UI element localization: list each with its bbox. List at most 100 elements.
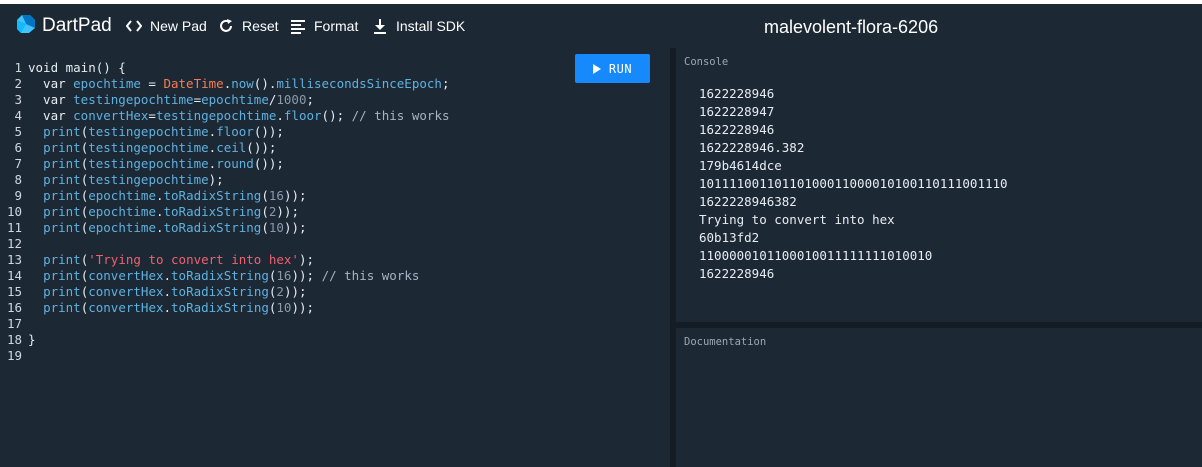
code-token: print (43, 156, 81, 171)
code-token: 16 (276, 268, 292, 283)
code-token: print (43, 124, 81, 139)
console-output-line: 60b13fd2 (699, 230, 760, 245)
code-token: print (43, 220, 81, 235)
line-number: 19 (6, 348, 22, 363)
line-number: 16 (6, 300, 22, 315)
line-number: 11 (6, 220, 22, 235)
code-token: )); (291, 268, 322, 283)
run-button[interactable]: RUN (575, 54, 650, 83)
code-token: ); (298, 252, 315, 267)
code-line[interactable]: } (28, 332, 36, 348)
code-line[interactable]: print(testingepochtime.floor()); (28, 124, 284, 140)
refresh-icon (218, 18, 234, 34)
install-sdk-button[interactable]: Install SDK (372, 16, 465, 36)
code-token: 2 (276, 284, 284, 299)
code-token: toRadixString (171, 284, 269, 299)
code-token: epochtime (73, 76, 141, 91)
code-token: epochtime (201, 92, 269, 107)
code-token: (); (321, 108, 352, 123)
code-token: var (28, 76, 74, 91)
code-token: now (231, 76, 254, 91)
code-token: )); (283, 220, 307, 235)
play-icon (592, 63, 601, 74)
code-line[interactable]: var testingepochtime=epochtime/1000; (28, 92, 314, 108)
code-line[interactable]: var convertHex=testingepochtime.floor();… (28, 108, 450, 124)
console-output-line: 1011110011011010001100001010011011100111… (699, 176, 1008, 191)
line-number: 5 (14, 124, 22, 139)
code-line[interactable]: void main() { (28, 60, 126, 76)
documentation-label: Documentation (684, 336, 767, 348)
code-line[interactable]: print(testingepochtime); (28, 172, 224, 188)
code-token: ()); (253, 156, 284, 171)
code-token: ( (261, 204, 269, 219)
line-number: 9 (14, 188, 22, 203)
line-number: 1 (14, 60, 22, 75)
code-token: ()); (246, 140, 277, 155)
line-number: 15 (6, 284, 22, 299)
code-token: print (43, 204, 81, 219)
code-token: } (28, 332, 36, 347)
console-output-line: 1622228946382 (699, 194, 797, 209)
code-token: . (276, 108, 284, 123)
code-token: toRadixString (171, 300, 269, 315)
code-line[interactable]: print(convertHex.toRadixString(16)); // … (28, 268, 419, 284)
code-token: var (28, 92, 74, 107)
code-token: convertHex (88, 268, 164, 283)
code-token: = (140, 76, 164, 91)
code-line[interactable]: print(epochtime.toRadixString(16)); (28, 188, 306, 204)
line-number: 8 (14, 172, 22, 187)
brand-name: DartPad (42, 15, 112, 36)
code-line[interactable]: print(convertHex.toRadixString(10)); (28, 300, 314, 316)
console-output-line: 1622228947 (699, 104, 775, 119)
code-token: var (28, 108, 74, 123)
code-token: = (193, 92, 202, 107)
code-token: )); (291, 300, 315, 315)
code-token: convertHex (88, 284, 164, 299)
pad-title[interactable]: malevolent-flora-6206 (764, 17, 938, 38)
console-output-line: 1622228946 (699, 266, 775, 281)
code-token: . (163, 268, 172, 283)
code-token: testingepochtime (88, 124, 209, 139)
format-button[interactable]: Format (290, 16, 358, 36)
console-output-line: 1100000101100010011111111010010 (699, 248, 933, 263)
reset-button[interactable]: Reset (218, 16, 279, 36)
code-token: void main() { (28, 60, 126, 75)
console-output-line: 1622228946.382 (699, 140, 805, 155)
new-pad-button[interactable]: New Pad (126, 16, 207, 36)
code-token: millisecondsSinceEpoch (276, 76, 442, 91)
line-number: 6 (14, 140, 22, 155)
line-number: 10 (6, 204, 22, 219)
code-brackets-icon (126, 18, 142, 34)
code-line[interactable]: print(testingepochtime.ceil()); (28, 140, 276, 156)
code-editor[interactable]: 1 void main() { 2 var epochtime = DateTime… (0, 48, 670, 467)
dart-logo-icon (16, 14, 36, 38)
code-token: . (163, 284, 172, 299)
code-token: // this works (351, 108, 450, 123)
code-token: ; (441, 76, 450, 91)
code-token: ; (306, 92, 315, 107)
code-line[interactable]: print(convertHex.toRadixString(2)); (28, 284, 306, 300)
code-token: ( (261, 220, 269, 235)
line-number: 17 (6, 316, 22, 331)
code-line[interactable]: print('Trying to convert into hex'); (28, 252, 314, 268)
code-line[interactable]: print(testingepochtime.round()); (28, 156, 284, 172)
code-line[interactable]: print(epochtime.toRadixString(2)); (28, 204, 299, 220)
code-token: ( (261, 188, 269, 203)
code-token: testingepochtime (88, 156, 209, 171)
code-token: ceil (216, 140, 247, 155)
brand[interactable]: DartPad (16, 13, 112, 39)
code-line[interactable]: print(epochtime.toRadixString(10)); (28, 220, 307, 236)
line-number: 13 (6, 252, 22, 267)
line-number: 2 (14, 76, 22, 91)
code-line[interactable]: var epochtime = DateTime.now().milliseco… (28, 76, 449, 92)
code-token: print (43, 268, 81, 283)
code-token: testingepochtime (155, 108, 277, 123)
line-number: 14 (6, 268, 22, 283)
